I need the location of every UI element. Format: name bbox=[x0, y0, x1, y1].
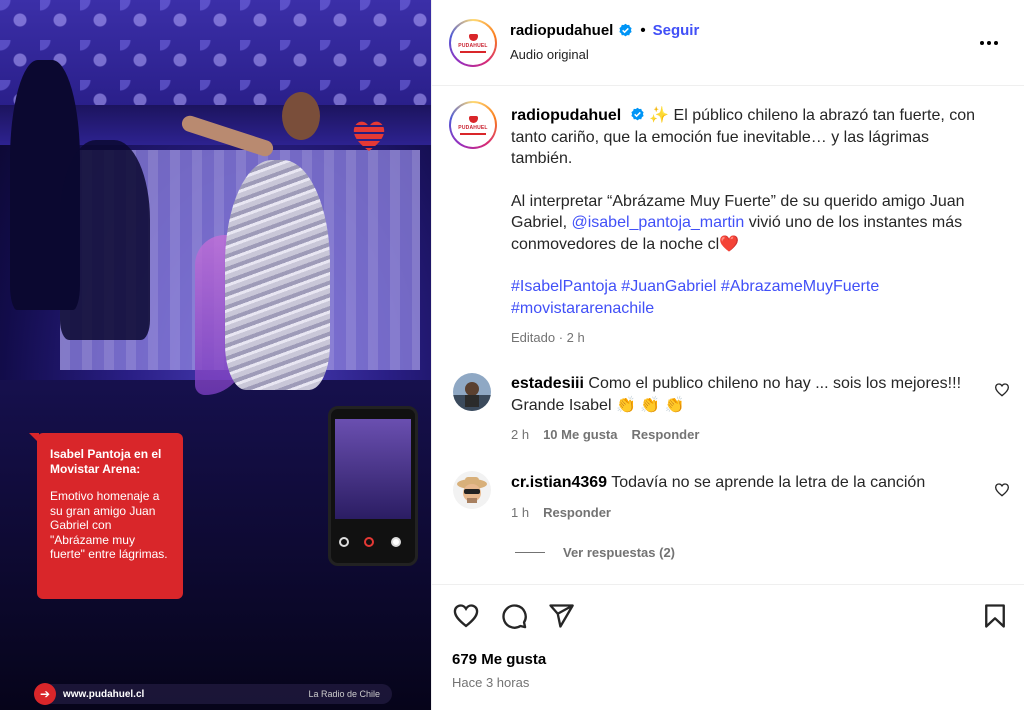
comment-time: 1 h bbox=[511, 505, 530, 520]
arrow-right-icon: ➔ bbox=[34, 683, 56, 705]
phone-screen bbox=[335, 419, 411, 519]
view-replies-button[interactable]: Ver respuestas (2) bbox=[515, 545, 675, 560]
comment-time: 2 h bbox=[511, 427, 530, 442]
comment-text: Todavía no se aprende la letra de la can… bbox=[611, 474, 926, 491]
actions-divider bbox=[432, 584, 1024, 585]
replies-divider bbox=[515, 552, 545, 553]
header-user-line: radiopudahuel • Seguir bbox=[510, 22, 699, 39]
logo-text: PUDAHUEL bbox=[458, 124, 488, 131]
promo-card: Isabel Pantoja en el Movistar Arena: Emo… bbox=[29, 433, 183, 599]
logo-line bbox=[460, 132, 486, 135]
promo-title: Isabel Pantoja en el Movistar Arena: bbox=[50, 447, 162, 476]
verified-badge-icon bbox=[619, 23, 632, 37]
phone-record-button bbox=[364, 537, 374, 547]
share-send-icon[interactable] bbox=[547, 602, 575, 630]
comment-username[interactable]: estadesiii bbox=[511, 375, 584, 392]
comment: estadesiii Como el publico chileno no ha… bbox=[511, 373, 991, 416]
like-comment-heart-icon[interactable] bbox=[994, 382, 1010, 398]
verified-badge-icon bbox=[631, 107, 644, 121]
like-comment-heart-icon[interactable] bbox=[994, 482, 1010, 498]
comment: cr.istian4369 Todavía no se aprende la l… bbox=[511, 472, 991, 494]
footer-url: www.pudahuel.cl bbox=[63, 688, 145, 700]
post-panel: PUDAHUEL radiopudahuel • Seguir Audio or… bbox=[431, 0, 1024, 710]
save-bookmark-icon[interactable] bbox=[981, 602, 1009, 630]
pudahuel-heart-logo bbox=[353, 121, 385, 152]
promo-body: Emotivo homenaje a su gran amigo Juan Ga… bbox=[50, 489, 168, 561]
singer-head bbox=[282, 92, 320, 140]
reply-button[interactable]: Responder bbox=[632, 427, 700, 442]
footer-tagline: La Radio de Chile bbox=[308, 689, 380, 699]
media-footer-bar: ➔ www.pudahuel.cl La Radio de Chile bbox=[34, 683, 392, 705]
sparkles-emoji: ✨ bbox=[649, 107, 670, 124]
logo: PUDAHUEL bbox=[451, 103, 495, 147]
post-time[interactable]: Hace 3 horas bbox=[452, 675, 529, 690]
hashtags[interactable]: #IsabelPantoja #JuanGabriel #AbrazameMuy… bbox=[511, 276, 991, 319]
commenter-avatar[interactable] bbox=[453, 471, 491, 509]
view-replies-label: Ver respuestas (2) bbox=[563, 545, 676, 560]
audio-label[interactable]: Audio original bbox=[510, 47, 589, 62]
caption-avatar[interactable]: PUDAHUEL bbox=[449, 101, 497, 149]
post-caption: radiopudahuel ✨ El público chileno la ab… bbox=[511, 105, 991, 349]
header-username[interactable]: radiopudahuel bbox=[510, 22, 613, 39]
logo-text: PUDAHUEL bbox=[458, 42, 488, 49]
audience-phone bbox=[328, 406, 418, 566]
account-avatar[interactable]: PUDAHUEL bbox=[449, 19, 497, 67]
phone-button bbox=[391, 537, 401, 547]
like-heart-icon[interactable] bbox=[452, 602, 480, 630]
post-media[interactable]: Isabel Pantoja en el Movistar Arena: Emo… bbox=[0, 0, 431, 710]
logo-mark bbox=[468, 115, 478, 123]
comment-likes[interactable]: 10 Me gusta bbox=[543, 427, 617, 442]
post-header: PUDAHUEL radiopudahuel • Seguir Audio or… bbox=[432, 0, 1024, 86]
singer-dress bbox=[225, 160, 330, 390]
logo: PUDAHUEL bbox=[451, 21, 495, 65]
caption-username[interactable]: radiopudahuel bbox=[511, 107, 621, 124]
reply-button[interactable]: Responder bbox=[543, 505, 611, 520]
heart-emoji: ❤️ bbox=[719, 235, 740, 253]
follow-button[interactable]: Seguir bbox=[653, 22, 700, 39]
phone-button bbox=[339, 537, 349, 547]
header-separator: • bbox=[640, 22, 646, 39]
commenter-avatar[interactable] bbox=[453, 373, 491, 411]
musician-silhouette bbox=[60, 140, 150, 340]
mention-link[interactable]: @isabel_pantoja_martin bbox=[571, 214, 744, 231]
like-count[interactable]: 679 Me gusta bbox=[452, 651, 546, 668]
flag-emoji: cl bbox=[707, 235, 720, 253]
comment-bubble-icon[interactable] bbox=[500, 602, 528, 630]
comment-actions: 1 h Responder bbox=[511, 505, 611, 520]
more-horizontal-icon[interactable] bbox=[980, 33, 1004, 53]
logo-mark bbox=[468, 33, 478, 41]
logo-line bbox=[460, 50, 486, 53]
comment-actions: 2 h 10 Me gusta Responder bbox=[511, 427, 699, 442]
comment-username[interactable]: cr.istian4369 bbox=[511, 474, 607, 491]
edited-label: Editado · 2 h bbox=[511, 330, 585, 345]
